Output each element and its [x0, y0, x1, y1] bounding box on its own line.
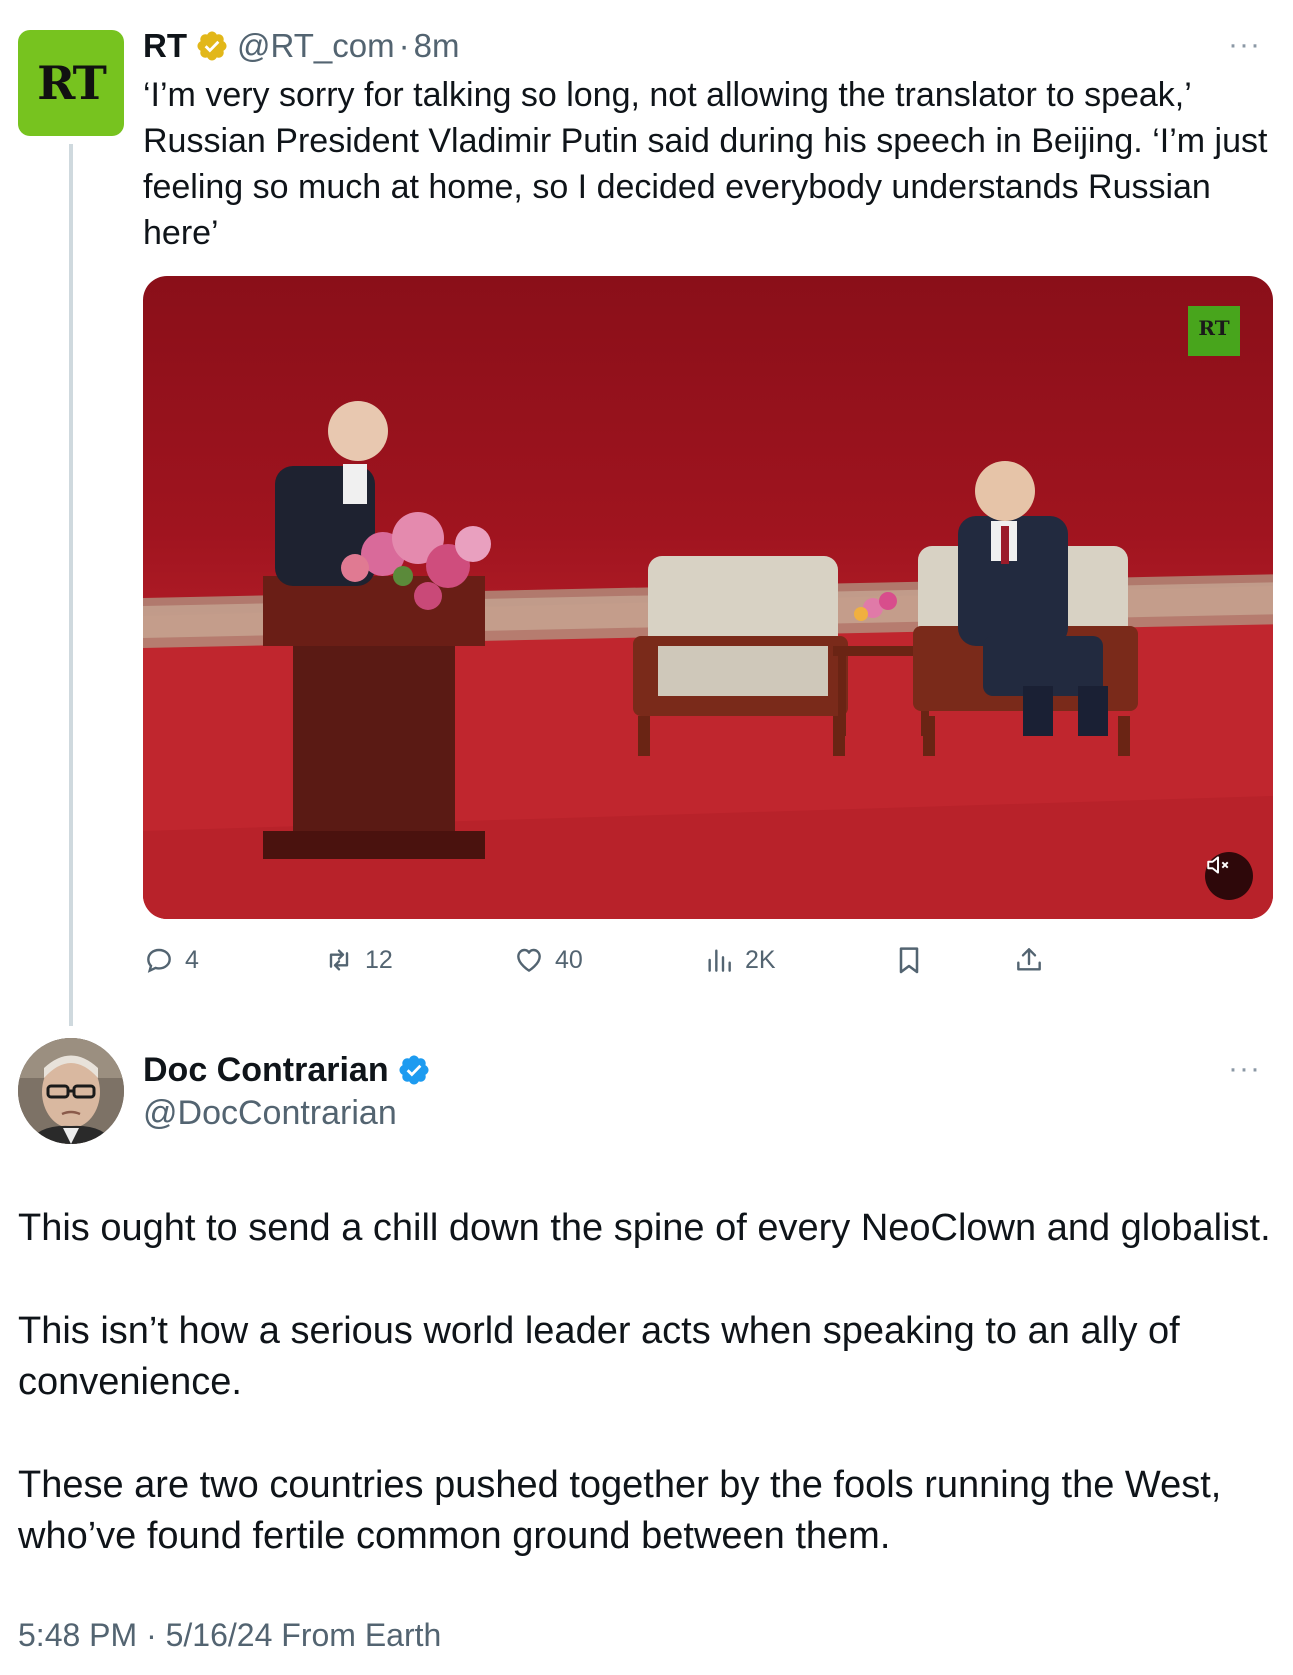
verified-badge-icon	[399, 1055, 429, 1085]
share-icon	[1017, 948, 1041, 971]
rt-more-menu-icon[interactable]: ···	[1228, 28, 1261, 62]
heart-icon	[517, 948, 541, 972]
doc-display-name[interactable]: Doc Contrarian	[143, 1051, 389, 1090]
views-chart-icon	[708, 949, 731, 972]
repost-count: 12	[365, 945, 393, 974]
video-player[interactable]: RT	[143, 276, 1273, 919]
rt-header: RT @RT_com · 8m	[143, 26, 459, 66]
rt-avatar-logo: RT	[37, 56, 107, 110]
tweet-timestamp[interactable]: 5:48 PM · 5/16/24 From Earth	[18, 1617, 441, 1654]
doc-avatar[interactable]	[18, 1038, 124, 1144]
repost-button[interactable]: 12	[323, 940, 393, 980]
tweet-paragraph-1: This ought to send a chill down the spin…	[18, 1207, 1271, 1249]
repost-icon	[329, 949, 349, 971]
unmute-button[interactable]	[1205, 852, 1253, 900]
reply-button[interactable]: 4	[143, 940, 199, 980]
bookmark-icon	[899, 947, 919, 974]
rt-handle[interactable]: @RT_com	[237, 27, 395, 65]
rt-time[interactable]: 8m	[414, 27, 460, 65]
share-button[interactable]	[1013, 940, 1045, 980]
rt-separator: ·	[398, 27, 410, 64]
bookmark-button[interactable]	[893, 940, 925, 980]
thread-line	[69, 144, 73, 1026]
reply-count: 4	[185, 945, 199, 974]
gold-verified-icon	[197, 31, 227, 61]
reply-icon	[147, 948, 171, 973]
rt-avatar[interactable]: RT	[18, 30, 124, 136]
tweet-paragraph-3: These are two countries pushed together …	[18, 1464, 1222, 1557]
like-button[interactable]: 40	[513, 940, 583, 980]
doc-handle[interactable]: @DocContrarian	[143, 1094, 397, 1133]
video-rt-watermark: RT	[1198, 316, 1230, 340]
doc-avatar-portrait	[18, 1038, 124, 1144]
doc-name-row: Doc Contrarian	[143, 1048, 431, 1092]
doc-more-menu-icon[interactable]: ···	[1228, 1052, 1261, 1086]
rt-tweet-text: ‘I’m very sorry for talking so long, not…	[143, 76, 1268, 252]
video-frame	[143, 306, 1273, 919]
like-count: 40	[555, 945, 583, 974]
tweet-action-bar: 4 12 40 2K	[143, 940, 1143, 980]
muted-speaker-icon	[1207, 856, 1229, 874]
rt-display-name[interactable]: RT	[143, 27, 187, 65]
views-button[interactable]: 2K	[703, 940, 776, 980]
views-count: 2K	[745, 945, 776, 974]
tweet-paragraph-2: This isn’t how a serious world leader ac…	[18, 1310, 1180, 1403]
